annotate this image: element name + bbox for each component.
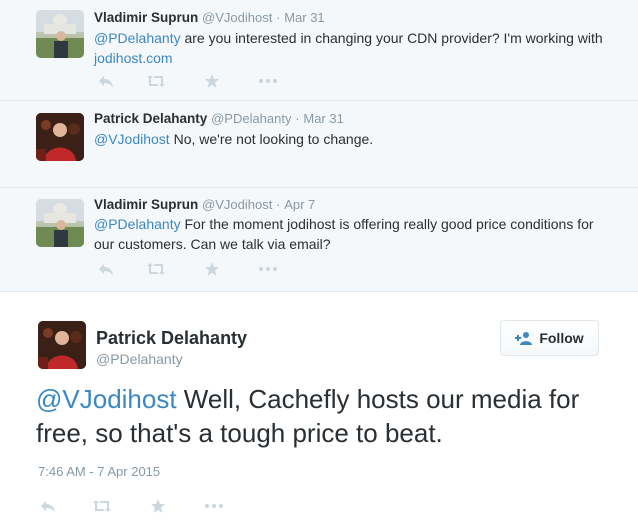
conversation-tweet[interactable]: Patrick Delahanty @PDelahanty · Mar 31 @… [0, 101, 638, 187]
divider [0, 291, 638, 292]
favorite-icon[interactable] [148, 498, 168, 514]
retweet-icon[interactable] [146, 261, 166, 277]
tweet-header: Patrick Delahanty @PDelahanty · Mar 31 [94, 110, 344, 128]
tweet-text: @PDelahanty For the moment jodihost is o… [94, 214, 614, 254]
mention-link[interactable]: @PDelahanty [94, 216, 181, 232]
tweet-header: Vladimir Suprun @VJodihost · Apr 7 [94, 196, 315, 214]
avatar-image [36, 113, 84, 161]
author-name[interactable]: Patrick Delahanty [94, 111, 207, 126]
tweet-text: @PDelahanty are you interested in changi… [94, 28, 614, 68]
tweet-date[interactable]: Mar 31 [284, 10, 324, 25]
follow-button[interactable]: Follow [500, 320, 599, 356]
url-link[interactable]: jodihost.com [94, 50, 173, 66]
conversation-thread: Vladimir Suprun @VJodihost · Mar 31 @PDe… [0, 0, 638, 291]
more-icon[interactable] [258, 73, 278, 89]
more-icon[interactable] [258, 261, 278, 277]
tweet-date[interactable]: Mar 31 [303, 111, 343, 126]
retweet-icon[interactable] [92, 498, 112, 514]
mention-link[interactable]: @VJodihost [94, 131, 170, 147]
avatar[interactable] [38, 321, 86, 369]
author-name[interactable]: Vladimir Suprun [94, 10, 198, 25]
separator: · [276, 197, 281, 212]
author-name[interactable]: Vladimir Suprun [94, 197, 198, 212]
tweet-header: Vladimir Suprun @VJodihost · Mar 31 [94, 9, 325, 27]
conversation-tweet[interactable]: Vladimir Suprun @VJodihost · Mar 31 @PDe… [0, 0, 638, 98]
tweet-timestamp[interactable]: 7:46 AM - 7 Apr 2015 [38, 463, 160, 481]
tweet-body: No, we're not looking to change. [169, 131, 374, 147]
avatar[interactable] [36, 113, 84, 161]
favorite-icon[interactable] [202, 261, 222, 277]
avatar-image [38, 321, 86, 369]
tweet-text: @VJodihost Well, Cachefly hosts our medi… [36, 382, 616, 450]
tweet-text: @VJodihost No, we're not looking to chan… [94, 129, 614, 149]
tweet-body: are you interested in changing your CDN … [180, 30, 603, 46]
avatar[interactable] [36, 10, 84, 58]
author-handle[interactable]: @PDelahanty [211, 111, 291, 126]
more-icon[interactable] [204, 498, 224, 514]
retweet-icon[interactable] [146, 73, 166, 89]
avatar-image [36, 10, 84, 58]
tweet-header: Patrick Delahanty @PDelahanty [96, 327, 247, 368]
author-handle[interactable]: @PDelahanty [96, 350, 247, 368]
avatar-image [36, 199, 84, 247]
separator: · [295, 111, 300, 126]
favorite-icon[interactable] [202, 73, 222, 89]
conversation-tweet[interactable]: Vladimir Suprun @VJodihost · Apr 7 @PDel… [0, 188, 638, 290]
tweet-date[interactable]: Apr 7 [284, 197, 315, 212]
follow-person-icon [515, 332, 533, 345]
reply-icon[interactable] [96, 73, 116, 89]
author-handle[interactable]: @VJodihost [202, 197, 272, 212]
mention-link[interactable]: @PDelahanty [94, 30, 181, 46]
author-handle[interactable]: @VJodihost [202, 10, 272, 25]
reply-icon[interactable] [96, 261, 116, 277]
follow-label: Follow [539, 330, 584, 346]
separator: · [276, 10, 281, 25]
reply-icon[interactable] [38, 498, 58, 514]
avatar[interactable] [36, 199, 84, 247]
author-name[interactable]: Patrick Delahanty [96, 327, 247, 349]
mention-link[interactable]: @VJodihost [36, 384, 177, 414]
